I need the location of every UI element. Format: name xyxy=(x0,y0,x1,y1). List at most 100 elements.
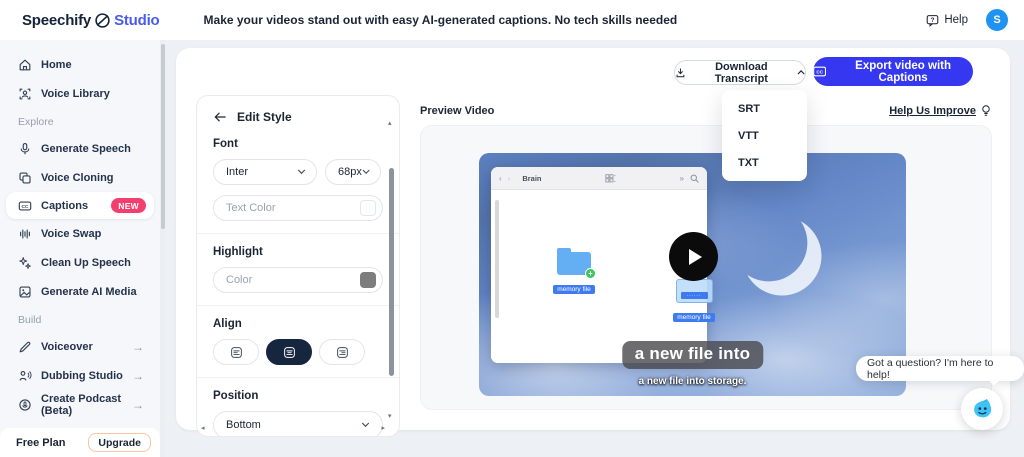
scroll-right-arrow[interactable]: ▸ xyxy=(381,425,385,432)
sidebar-item-generate-speech[interactable]: Generate Speech xyxy=(0,134,160,163)
font-size-select[interactable]: 68px xyxy=(325,159,381,185)
divider xyxy=(197,377,399,378)
download-format-dropdown: SRT VTT TXT xyxy=(722,90,807,181)
sidebar-item-voice-swap[interactable]: Voice Swap xyxy=(0,219,160,248)
podcast-icon xyxy=(19,398,31,411)
add-badge-icon: + xyxy=(585,268,596,279)
chevron-down-icon xyxy=(297,169,306,175)
scroll-left-arrow[interactable]: ◂ xyxy=(201,425,205,432)
pen-icon xyxy=(19,341,31,352)
chat-widget-button[interactable] xyxy=(961,388,1003,430)
logo-text-primary: Speechify xyxy=(22,11,92,29)
sidebar-item-create-podcast[interactable]: Create Podcast (Beta) → xyxy=(0,390,160,419)
dropdown-item-vtt[interactable]: VTT xyxy=(722,122,807,149)
crescent-moon xyxy=(735,209,829,303)
voice-library-icon xyxy=(19,88,31,99)
panel-scrollbar-thumb[interactable] xyxy=(389,168,394,376)
captions-icon: CC xyxy=(813,66,827,77)
sidebar-item-label: Dubbing Studio xyxy=(41,369,123,382)
play-icon xyxy=(689,248,702,265)
help-us-improve-link[interactable]: Help Us Improve xyxy=(889,104,992,117)
chat-tooltip: Got a question? I'm here to help! xyxy=(856,356,1024,381)
align-left-button[interactable] xyxy=(213,339,259,365)
caption-overlay-sub: a new file into storage. xyxy=(638,376,747,387)
back-chevron-icon: ‹ xyxy=(499,173,502,183)
sidebar-item-captions[interactable]: CC Captions NEW xyxy=(6,192,154,219)
sidebar: Home Voice Library Explore Generate Spee… xyxy=(0,40,160,457)
scroll-down-arrow[interactable]: ▾ xyxy=(388,413,392,420)
user-avatar[interactable]: S xyxy=(986,9,1008,31)
font-family-select[interactable]: Inter xyxy=(213,159,317,185)
highlight-color-placeholder: Color xyxy=(226,274,253,286)
help-button[interactable]: ? Help xyxy=(926,14,968,27)
sidebar-item-generate-ai-media[interactable]: Generate AI Media xyxy=(0,277,160,306)
align-right-button[interactable] xyxy=(319,339,365,365)
arrow-right-icon: → xyxy=(132,339,144,354)
align-right-icon xyxy=(336,346,348,358)
top-header: Speechify Studio Make your videos stand … xyxy=(0,0,1024,40)
sidebar-item-clean-up-speech[interactable]: Clean Up Speech xyxy=(0,248,160,277)
sidebar-item-voice-cloning[interactable]: Voice Cloning xyxy=(0,163,160,192)
highlight-color-input[interactable]: Color xyxy=(213,267,383,293)
captions-icon: CC xyxy=(18,200,32,211)
sidebar-section-build: Build xyxy=(18,314,42,326)
plan-bar: Free Plan Upgrade xyxy=(0,428,160,457)
lightbulb-icon xyxy=(982,105,990,116)
play-button[interactable] xyxy=(669,232,718,281)
forward-chevron-icon: › xyxy=(507,173,511,183)
text-color-placeholder: Text Color xyxy=(226,202,276,214)
panel-horizontal-scrollbar[interactable]: ◂ ▸ xyxy=(201,425,385,433)
align-center-button[interactable] xyxy=(266,339,312,365)
svg-text:CC: CC xyxy=(22,204,29,210)
sidebar-item-label: Generate Speech xyxy=(41,142,131,155)
download-transcript-label: Download Transcript xyxy=(714,60,768,85)
app-root: Speechify Studio Make your videos stand … xyxy=(0,0,1024,457)
upgrade-button[interactable]: Upgrade xyxy=(88,433,151,452)
align-center-icon xyxy=(283,346,295,358)
highlight-color-swatch[interactable] xyxy=(360,272,376,288)
clone-icon xyxy=(19,171,31,184)
folder-label: memory file xyxy=(553,285,595,294)
sidebar-item-label: Generate AI Media xyxy=(41,285,137,298)
position-section-label: Position xyxy=(213,390,259,402)
dropdown-item-txt[interactable]: TXT xyxy=(722,149,807,176)
panel-vertical-scrollbar[interactable]: ▴ ▾ xyxy=(387,120,396,420)
svg-text:?: ? xyxy=(931,17,935,24)
sidebar-item-label: Captions xyxy=(41,199,89,212)
speechify-logo-icon xyxy=(95,12,110,28)
sidebar-item-voice-library[interactable]: Voice Library xyxy=(0,79,160,108)
preview-title: Preview Video xyxy=(420,104,495,117)
highlight-section-label: Highlight xyxy=(213,246,263,258)
download-transcript-button[interactable]: Download Transcript xyxy=(674,60,806,85)
align-left-icon xyxy=(230,346,242,358)
export-video-button[interactable]: CC Export video with Captions xyxy=(813,57,973,86)
svg-text:CC: CC xyxy=(816,70,823,75)
position-select[interactable]: Bottom xyxy=(213,411,383,436)
speechify-studio-logo[interactable]: Speechify Studio xyxy=(22,12,160,29)
sidebar-item-label: Create Podcast (Beta) xyxy=(41,392,122,417)
sparkle-icon xyxy=(19,256,31,269)
page-scrollbar-thumb[interactable] xyxy=(160,44,165,229)
chevron-up-icon xyxy=(797,70,805,75)
file-name-bar: ...... xyxy=(680,292,708,299)
sidebar-item-home[interactable]: Home xyxy=(0,50,160,79)
sidebar-item-label: Voice Swap xyxy=(41,227,102,240)
back-arrow-icon[interactable] xyxy=(213,111,227,123)
scroll-up-arrow[interactable]: ▴ xyxy=(388,120,392,127)
text-color-input[interactable]: Text Color xyxy=(213,195,383,221)
text-color-swatch[interactable] xyxy=(360,200,376,216)
align-section-label: Align xyxy=(213,318,242,330)
sidebar-item-dubbing-studio[interactable]: Dubbing Studio → xyxy=(0,361,160,390)
dropdown-item-srt[interactable]: SRT xyxy=(722,95,807,122)
sidebar-item-label: Voice Cloning xyxy=(41,171,114,184)
arrow-right-icon: → xyxy=(132,397,144,412)
divider xyxy=(197,305,399,306)
preview-header: Preview Video Help Us Improve xyxy=(420,104,992,117)
divider xyxy=(197,233,399,234)
finder-scrollbar xyxy=(495,200,499,318)
export-video-label: Export video with Captions xyxy=(855,59,952,84)
sidebar-item-label: Voice Library xyxy=(41,87,110,100)
sidebar-item-label: Clean Up Speech xyxy=(41,256,131,269)
video-preview[interactable]: ‹ › Brain » + memory file ...... memory … xyxy=(479,153,906,396)
sidebar-item-voiceover[interactable]: Voiceover → xyxy=(0,332,160,361)
